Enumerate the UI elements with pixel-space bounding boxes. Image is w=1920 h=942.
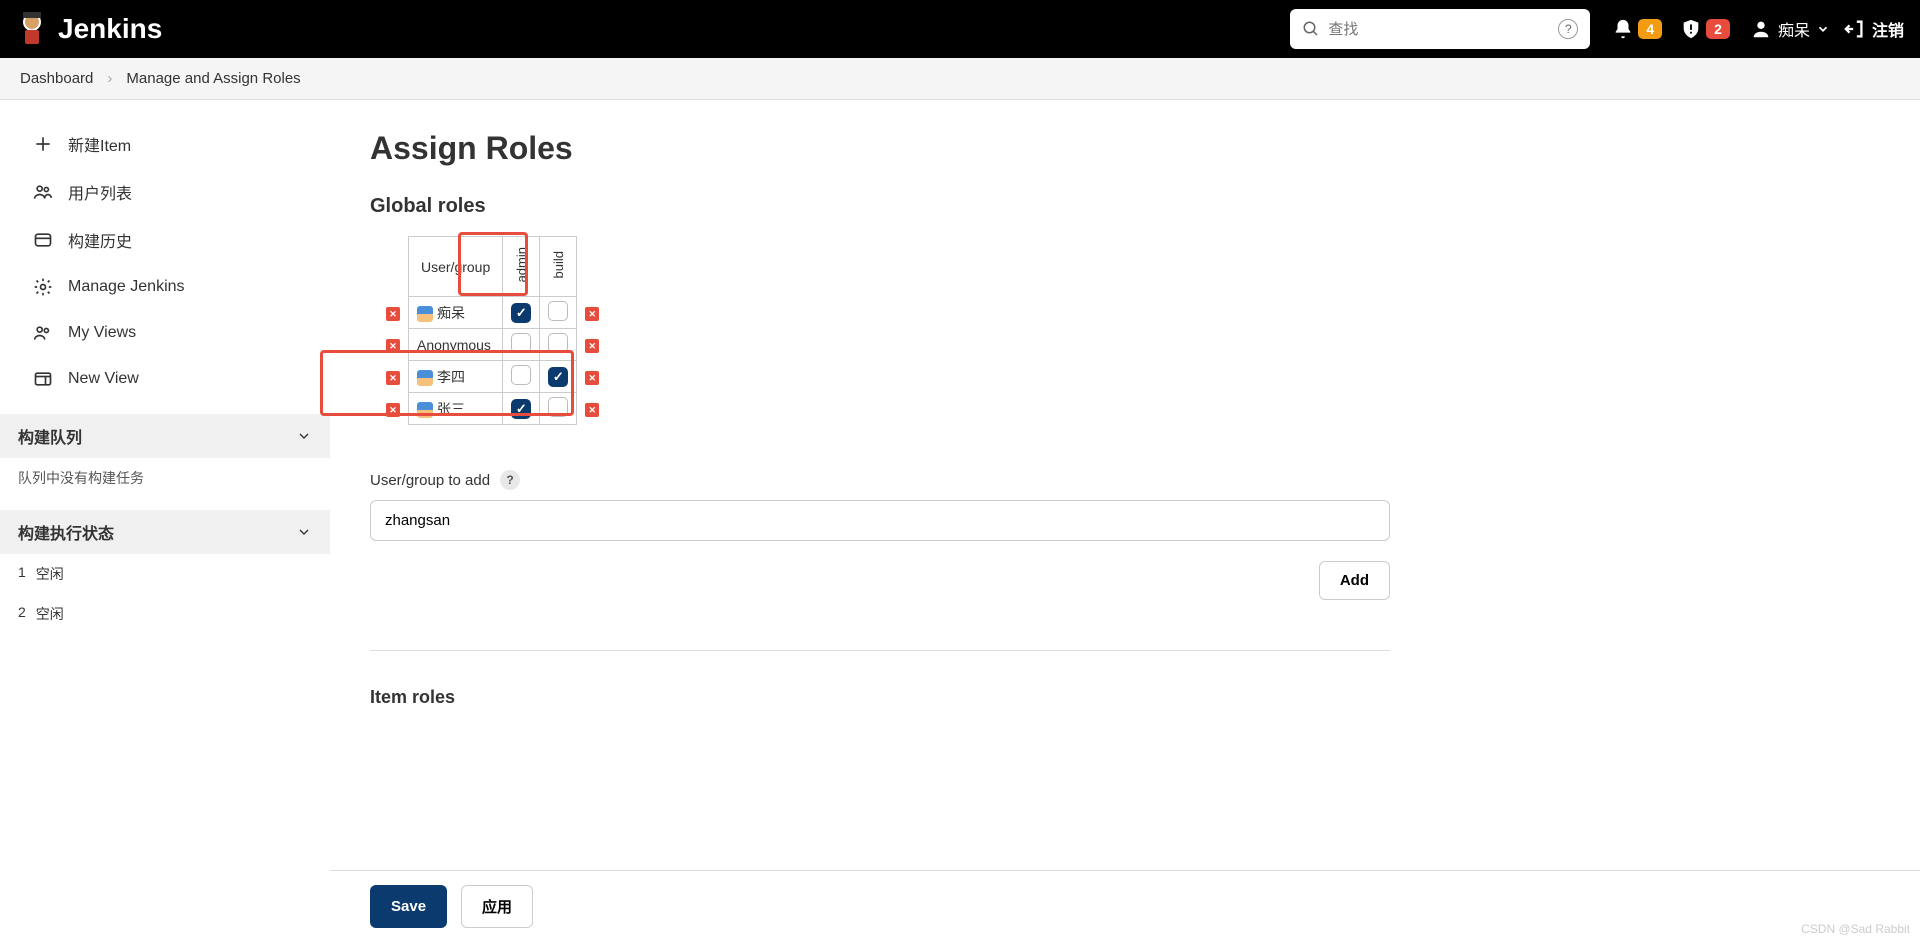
logout-text: 注销 bbox=[1872, 17, 1904, 41]
page-title: Assign Roles bbox=[370, 130, 1880, 167]
executor-row: 2 空闲 bbox=[0, 594, 330, 634]
shield-alert-icon bbox=[1680, 18, 1702, 40]
checkbox-build[interactable] bbox=[548, 333, 568, 353]
search-input[interactable] bbox=[1328, 21, 1550, 38]
queue-empty-text: 队列中没有构建任务 bbox=[0, 458, 330, 498]
views-icon bbox=[32, 322, 54, 344]
apply-button[interactable]: 应用 bbox=[461, 885, 533, 928]
chevron-down-icon bbox=[1816, 22, 1830, 36]
chevron-right-icon: › bbox=[107, 70, 112, 87]
add-button[interactable]: Add bbox=[1319, 561, 1390, 600]
bell-icon bbox=[1612, 18, 1634, 40]
checkbox-admin[interactable] bbox=[511, 365, 531, 385]
people-icon bbox=[32, 181, 54, 203]
username: 痴呆 bbox=[1778, 17, 1810, 41]
user-menu[interactable]: 痴呆 bbox=[1742, 17, 1838, 41]
breadcrumb-item[interactable]: Manage and Assign Roles bbox=[126, 70, 300, 87]
breadcrumb-item[interactable]: Dashboard bbox=[20, 70, 93, 87]
delete-icon[interactable]: ✕ bbox=[386, 403, 400, 417]
delete-icon[interactable]: ✕ bbox=[585, 339, 599, 353]
user-avatar-icon bbox=[417, 370, 433, 386]
user-cell: 痴呆 bbox=[409, 297, 503, 329]
sidebar-label: 新建Item bbox=[68, 132, 131, 156]
sidebar-label: New View bbox=[68, 370, 139, 388]
checkbox-build[interactable] bbox=[548, 367, 568, 387]
table-row: ✕ 张三 ✕ bbox=[378, 393, 607, 425]
add-user-input[interactable] bbox=[370, 500, 1390, 541]
help-icon[interactable]: ? bbox=[500, 470, 520, 490]
brand-text: Jenkins bbox=[58, 13, 162, 45]
save-button[interactable]: Save bbox=[370, 885, 447, 928]
newview-icon bbox=[32, 368, 54, 390]
search-box[interactable]: ? bbox=[1290, 9, 1590, 49]
executor-row: 1 空闲 bbox=[0, 554, 330, 594]
sidebar-item-manage[interactable]: Manage Jenkins bbox=[0, 264, 330, 310]
global-roles-heading: Global roles bbox=[370, 195, 1880, 218]
delete-icon[interactable]: ✕ bbox=[386, 339, 400, 353]
delete-icon[interactable]: ✕ bbox=[386, 371, 400, 385]
checkbox-build[interactable] bbox=[548, 397, 568, 417]
build-queue-header[interactable]: 构建队列 bbox=[0, 414, 330, 458]
gear-icon bbox=[32, 276, 54, 298]
sidebar-item-history[interactable]: 构建历史 bbox=[0, 216, 330, 264]
checkbox-admin[interactable] bbox=[511, 399, 531, 419]
user-cell: 张三 bbox=[409, 393, 503, 425]
col-role-admin: admin bbox=[503, 237, 540, 297]
user-avatar-icon bbox=[417, 402, 433, 418]
sidebar-label: 用户列表 bbox=[68, 180, 132, 204]
search-help-icon[interactable]: ? bbox=[1558, 19, 1578, 39]
watermark: CSDN @Sad Rabbit bbox=[1801, 922, 1910, 936]
delete-icon[interactable]: ✕ bbox=[585, 403, 599, 417]
queue-title: 构建队列 bbox=[18, 424, 82, 448]
executor-header[interactable]: 构建执行状态 bbox=[0, 510, 330, 554]
checkbox-admin[interactable] bbox=[511, 333, 531, 353]
notifications-button[interactable]: 4 bbox=[1606, 14, 1668, 44]
delete-icon[interactable]: ✕ bbox=[585, 307, 599, 321]
chevron-down-icon bbox=[296, 524, 312, 540]
item-roles-heading: Item roles bbox=[370, 687, 1880, 708]
bottom-action-bar: Save 应用 bbox=[330, 870, 1920, 942]
plus-icon bbox=[32, 133, 54, 155]
history-icon bbox=[32, 229, 54, 251]
logout-icon bbox=[1844, 18, 1866, 40]
user-cell: Anonymous bbox=[409, 329, 503, 361]
col-role-build: build bbox=[540, 237, 577, 297]
logout-button[interactable]: 注销 bbox=[1844, 17, 1904, 41]
breadcrumb: Dashboard › Manage and Assign Roles bbox=[0, 58, 1920, 100]
col-user: User/group bbox=[409, 237, 503, 297]
user-icon bbox=[1750, 18, 1772, 40]
user-cell: 李四 bbox=[409, 361, 503, 393]
sidebar-item-people[interactable]: 用户列表 bbox=[0, 168, 330, 216]
main-content: Assign Roles Global roles User/group adm… bbox=[330, 100, 1920, 828]
chevron-down-icon bbox=[296, 428, 312, 444]
user-avatar-icon bbox=[417, 306, 433, 322]
logo[interactable]: Jenkins bbox=[16, 9, 162, 49]
checkbox-build[interactable] bbox=[548, 301, 568, 321]
search-icon bbox=[1302, 20, 1320, 38]
global-roles-table: User/group admin build ✕ 痴呆 ✕ ✕ Anonymous ✕ ✕ 李… bbox=[378, 236, 607, 425]
roles-table-wrap: User/group admin build ✕ 痴呆 ✕ ✕ Anonymous ✕ ✕ 李… bbox=[370, 236, 607, 425]
table-row: ✕ 李四 ✕ bbox=[378, 361, 607, 393]
checkbox-admin[interactable] bbox=[511, 303, 531, 323]
table-row: ✕ Anonymous ✕ bbox=[378, 329, 607, 361]
delete-icon[interactable]: ✕ bbox=[386, 307, 400, 321]
alerts-button[interactable]: 2 bbox=[1674, 14, 1736, 44]
sidebar-item-views[interactable]: My Views bbox=[0, 310, 330, 356]
sidebar-item-newview[interactable]: New View bbox=[0, 356, 330, 402]
sidebar-label: My Views bbox=[68, 324, 136, 342]
jenkins-logo-icon bbox=[16, 9, 48, 49]
sidebar-label: Manage Jenkins bbox=[68, 278, 185, 296]
notif-badge: 4 bbox=[1638, 19, 1662, 39]
delete-icon[interactable]: ✕ bbox=[585, 371, 599, 385]
sidebar: 新建Item 用户列表 构建历史 Manage Jenkins My Views… bbox=[0, 100, 330, 828]
divider bbox=[370, 650, 1390, 651]
alert-badge: 2 bbox=[1706, 19, 1730, 39]
sidebar-label: 构建历史 bbox=[68, 228, 132, 252]
top-header: Jenkins ? 4 2 痴呆 注销 bbox=[0, 0, 1920, 58]
add-user-label: User/group to add bbox=[370, 472, 490, 489]
table-row: ✕ 痴呆 ✕ bbox=[378, 297, 607, 329]
exec-title: 构建执行状态 bbox=[18, 520, 114, 544]
sidebar-item-new[interactable]: 新建Item bbox=[0, 120, 330, 168]
